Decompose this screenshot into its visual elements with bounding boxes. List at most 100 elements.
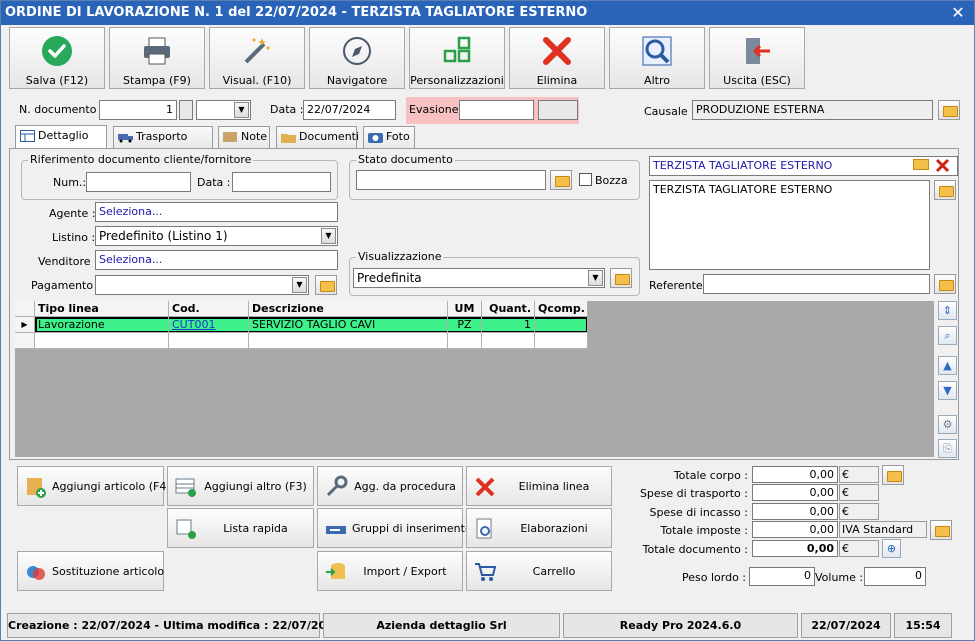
referente-field[interactable] <box>703 274 930 294</box>
magic-wand-icon <box>244 38 270 64</box>
cell-empty[interactable] <box>448 333 482 349</box>
preview-button[interactable]: Visual. (F10) <box>209 27 305 89</box>
table-row-empty[interactable] <box>15 333 588 349</box>
pagamento-select[interactable]: ▼ <box>95 275 309 295</box>
replace-article-button[interactable]: Sostituzione articolo <box>17 551 164 591</box>
process-icon <box>476 518 492 539</box>
insert-groups-button[interactable]: Gruppi di inserimento <box>317 508 472 548</box>
volume-field[interactable]: 0 <box>864 567 926 586</box>
cell-empty[interactable] <box>249 333 448 349</box>
cell-qcomp[interactable] <box>535 317 588 333</box>
cell-quant[interactable]: 1 <box>482 317 535 333</box>
close-icon[interactable]: ✕ <box>948 3 968 23</box>
party-name-field[interactable]: TERZISTA TAGLIATORE ESTERNO <box>649 156 958 176</box>
cell-cod-link[interactable]: CUT001 <box>169 317 249 333</box>
add-from-procedure-button[interactable]: Agg. da procedura <box>317 466 463 506</box>
lines-grid[interactable]: Tipo linea Cod. Descrizione UM Quant. Qc… <box>15 301 934 457</box>
customize-button[interactable]: Personalizzazioni <box>409 27 505 89</box>
delete-line-button[interactable]: Elimina linea <box>466 466 612 506</box>
grid-header[interactable]: Descrizione <box>249 301 448 317</box>
grid-header-marker <box>15 301 35 317</box>
agente-field[interactable]: Seleziona... <box>95 202 338 222</box>
import-export-button[interactable]: Import / Export <box>317 551 463 591</box>
more-button[interactable]: Altro <box>609 27 705 89</box>
tab-foto[interactable]: Foto <box>363 126 415 148</box>
spese-incasso-field[interactable]: 0,00 <box>752 503 838 520</box>
tab-label: Documenti <box>299 130 360 143</box>
arrow-down-icon[interactable]: ▼ <box>938 381 957 400</box>
folder-icon[interactable] <box>610 268 632 288</box>
causale-field[interactable]: PRODUZIONE ESTERNA <box>692 100 933 120</box>
visualizzazione-select[interactable]: Predefinita ▼ <box>353 268 605 288</box>
doc-number-spin[interactable] <box>179 100 193 120</box>
settings-icon[interactable]: ⚙ <box>938 415 957 434</box>
sort-updown-icon[interactable]: ⇕ <box>938 301 957 320</box>
ref-date-label: Data : <box>197 176 231 189</box>
peso-lordo-field[interactable]: 0 <box>749 567 815 586</box>
navigator-button[interactable]: Navigatore <box>309 27 405 89</box>
table-row[interactable]: ▶ Lavorazione CUT001 SERVIZIO TAGLIO CAV… <box>15 317 588 333</box>
add-article-button[interactable]: Aggiungi articolo (F4) <box>17 466 171 506</box>
evasione-field[interactable] <box>459 100 534 120</box>
ref-date-field[interactable] <box>232 172 331 192</box>
cell-um[interactable]: PZ <box>448 317 482 333</box>
grid-header[interactable]: Quant. <box>482 301 535 317</box>
print-button[interactable]: Stampa (F9) <box>109 27 205 89</box>
edit-icon[interactable] <box>934 180 956 200</box>
tab-dettaglio[interactable]: Dettaglio (F5) <box>15 125 107 162</box>
grid-header[interactable]: Qcomp. <box>535 301 588 317</box>
folder-icon[interactable] <box>315 275 337 295</box>
grid-header[interactable]: Cod. <box>169 301 249 317</box>
exit-button[interactable]: Uscita (ESC) <box>709 27 805 89</box>
stato-field[interactable] <box>356 170 546 190</box>
group-title: Stato documento <box>356 153 455 166</box>
folder-icon[interactable] <box>882 465 904 485</box>
folder-icon[interactable] <box>550 170 572 190</box>
remove-party-icon[interactable] <box>935 158 950 173</box>
spese-trasporto-label: Spese di trasporto : <box>639 487 748 500</box>
evasione-extra-field[interactable] <box>538 100 578 120</box>
tab-trasporto[interactable]: Trasporto (F8) <box>113 126 213 163</box>
cell-empty[interactable] <box>535 333 588 349</box>
cell-empty[interactable] <box>35 333 169 349</box>
cell-empty[interactable] <box>169 333 249 349</box>
listino-select[interactable]: Predefinito (Listino 1) ▼ <box>95 226 338 246</box>
date-field[interactable]: 22/07/2024 <box>303 100 396 120</box>
quick-list-button[interactable]: Lista rapida <box>167 508 314 548</box>
ref-num-field[interactable] <box>86 172 191 192</box>
arrow-up-icon[interactable]: ▲ <box>938 356 957 375</box>
grid-header[interactable]: Tipo linea <box>35 301 169 317</box>
doc-number-field[interactable]: 1 <box>99 100 177 120</box>
listino-value: Predefinito (Listino 1) <box>99 229 228 243</box>
cell-desc[interactable]: SERVIZIO TAGLIO CAVI <box>249 317 448 333</box>
totale-documento-unit: € <box>839 540 879 557</box>
import-export-icon <box>326 563 345 579</box>
cell-empty[interactable] <box>482 333 535 349</box>
grid-header[interactable]: UM <box>448 301 482 317</box>
tab-note[interactable]: Note <box>218 126 270 148</box>
elaborations-button[interactable]: Elaborazioni <box>466 508 612 548</box>
totale-corpo-label: Totale corpo : <box>673 469 748 482</box>
venditore-field[interactable]: Seleziona... <box>95 250 338 270</box>
folder-icon[interactable] <box>934 274 956 294</box>
folder-icon[interactable] <box>913 159 929 170</box>
copy-icon[interactable]: ⎘ <box>938 439 957 458</box>
iva-select[interactable]: IVA Standard <box>839 521 927 538</box>
add-other-button[interactable]: Aggiungi altro (F3) <box>167 466 314 506</box>
zoom-icon[interactable]: ⊕ <box>882 539 901 558</box>
doc-series-select[interactable]: ▼ <box>196 100 251 120</box>
folder-icon[interactable] <box>938 100 960 120</box>
exit-label: Uscita (ESC) <box>723 74 791 87</box>
bozza-checkbox[interactable] <box>579 173 592 186</box>
spese-incasso-label: Spese di incasso : <box>649 506 748 519</box>
cart-button[interactable]: Carrello <box>466 551 612 591</box>
tab-documenti[interactable]: Documenti <box>276 126 360 148</box>
party-address-field[interactable]: TERZISTA TAGLIATORE ESTERNO <box>649 180 930 270</box>
search-icon[interactable]: ⌕ <box>938 326 957 345</box>
ref-num-label: Num.: <box>53 176 87 189</box>
cell-tipo[interactable]: Lavorazione <box>35 317 169 333</box>
folder-icon[interactable] <box>930 520 952 540</box>
save-button[interactable]: Salva (F12) <box>9 27 105 89</box>
spese-trasporto-field[interactable]: 0,00 <box>752 484 838 501</box>
delete-button[interactable]: Elimina <box>509 27 605 89</box>
